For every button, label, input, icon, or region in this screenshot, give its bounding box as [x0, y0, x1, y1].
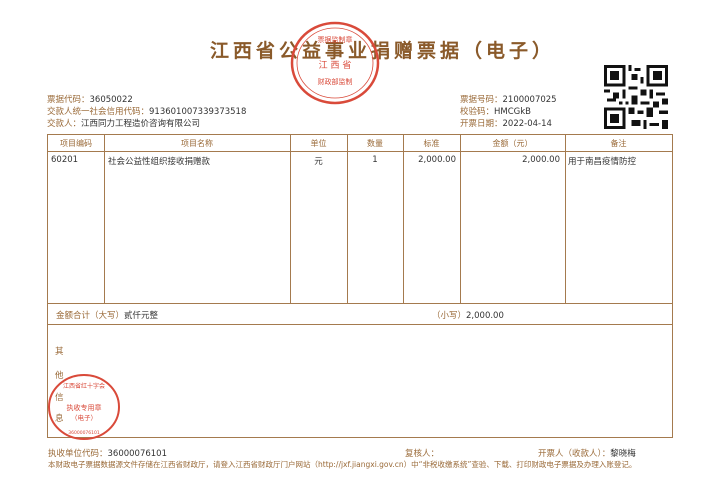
seal-center-text-1: 江 西 省: [319, 59, 352, 71]
header-name: 项目名称: [181, 139, 213, 148]
reviewer-label: 复核人：: [405, 449, 440, 459]
footer-note: 本财政电子票据数据源文件存储在江西省财政厅，请登入江西省财政厅门户网站（http…: [48, 460, 637, 469]
header-amount: 金额（元）: [492, 139, 533, 148]
svg-text:票据监制章: 票据监制章: [318, 35, 353, 44]
seal-bottom-center-1: 执收专用章: [67, 403, 102, 412]
meta-row-credit-code: 交款人统一社会信用代码：913601007339373518: [47, 107, 247, 117]
supervision-seal: 票据监制章 江 西 省 财政部监制: [290, 18, 380, 108]
issuer: 开票人（收款人）：黎晓梅: [538, 449, 636, 459]
cell-note: 用于南昌疫情防控: [568, 157, 637, 167]
meta-row-check-code: 校验码：HMCGkB: [460, 107, 532, 117]
total-capital: 金额合计（大写）贰仟元整: [56, 311, 159, 321]
meta-right: 票据号码：2100007025 校验码：HMCGkB 开票日期：2022-04-…: [460, 94, 557, 130]
cell-amount: 2,000.00: [522, 155, 560, 165]
seal-center-text-2: 财政部监制: [318, 77, 353, 86]
cell-code: 60201: [51, 155, 79, 165]
svg-text:江西省红十字会: 江西省红十字会: [63, 382, 105, 390]
header-code: 项目编码: [60, 139, 92, 148]
meta-row-bill-number: 票据号码：2100007025: [460, 95, 557, 105]
total-small: （小写）2,000.00: [432, 311, 504, 321]
table-total-divider-top: [48, 303, 672, 304]
meta-row-bill-code: 票据代码：36050022: [47, 95, 133, 105]
table-total-divider-bottom: [48, 324, 672, 325]
qr-code-icon: [604, 65, 668, 129]
cell-qty: 1: [372, 155, 378, 165]
cell-unit: 元: [314, 157, 323, 167]
seal-bottom-code: 36000076101: [68, 430, 100, 436]
col-divider: [565, 135, 566, 303]
meta-row-issue-date: 开票日期：2022-04-14: [460, 119, 552, 129]
header-qty: 数量: [367, 139, 383, 148]
cell-standard: 2,000.00: [418, 155, 456, 165]
bill-table-frame: [47, 134, 673, 438]
meta-row-payer: 交款人：江西同力工程造价咨询有限公司: [47, 119, 201, 129]
seal-bottom-center-2: （电子）: [71, 413, 97, 422]
meta-left: 票据代码：36050022 交款人统一社会信用代码：91360100733937…: [47, 94, 246, 130]
header-note: 备注: [610, 139, 627, 148]
table-header-divider: [48, 151, 672, 152]
document-title: 江西省公益事业捐赠票据（电子）: [210, 40, 556, 62]
other-info-label-1: 其: [55, 347, 64, 357]
collection-seal: 江西省红十字会 执收专用章 （电子） 36000076101: [46, 372, 122, 442]
cell-name: 社会公益性组织接收捐赠款: [108, 157, 211, 167]
col-divider: [104, 135, 105, 303]
collecting-unit-code: 执收单位代码：36000076101: [48, 449, 168, 459]
header-standard: 标准: [423, 139, 440, 148]
header-unit: 单位: [310, 139, 327, 148]
